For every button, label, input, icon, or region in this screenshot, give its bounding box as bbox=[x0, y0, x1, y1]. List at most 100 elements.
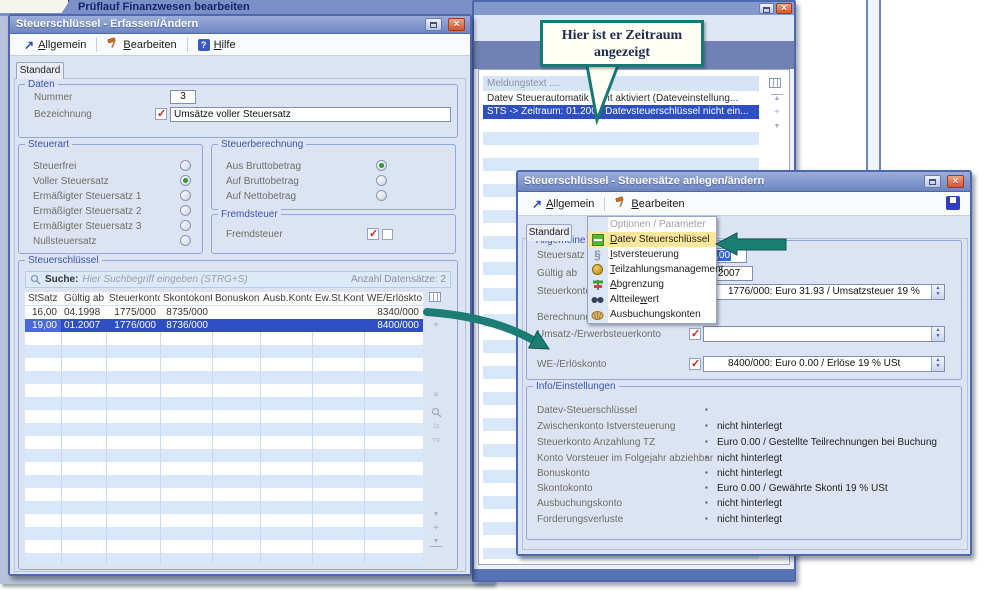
message-row[interactable]: Datev Steuerautomatik nicht aktiviert (D… bbox=[483, 92, 759, 105]
add-row-icon[interactable]: + bbox=[430, 524, 442, 533]
message-row-selected[interactable]: STS -> Zeitraum: 01.2007 Datevsteuerschl… bbox=[483, 105, 759, 119]
spinner-icon[interactable]: ▲▼ bbox=[931, 327, 944, 341]
info-label: Bonuskonto bbox=[537, 468, 590, 479]
column-header[interactable]: Gültig ab bbox=[61, 292, 106, 306]
bezeichnung-field[interactable]: Umsätze voller Steuersatz bbox=[170, 107, 451, 122]
bearbeiten-label: Bearbeiten bbox=[631, 198, 684, 210]
restore-icon bbox=[929, 179, 936, 185]
radio-ermaessigter-3[interactable] bbox=[180, 220, 191, 231]
erfassen-content: Standard Daten Nummer 3 Bezeichnung Umsä… bbox=[10, 56, 470, 574]
sort-icon[interactable]: 1≡ bbox=[430, 423, 442, 431]
table-row[interactable]: 16,00 04.1998 1775/000 8735/000 8340/000 bbox=[25, 306, 423, 319]
scroll-first-icon[interactable]: ▲ bbox=[771, 94, 783, 103]
spinner-icon[interactable]: ▲▼ bbox=[931, 285, 944, 299]
cell-stsatz: 19,00 bbox=[25, 319, 61, 332]
umsatz-erwerbsteuerkonto-combobox[interactable]: ▲▼ bbox=[703, 326, 945, 342]
cell-gueltig-ab: 01.2007 bbox=[61, 319, 106, 332]
column-header[interactable]: StSatz bbox=[25, 292, 61, 306]
minimize-button[interactable] bbox=[759, 3, 774, 14]
steuerkonto-combobox[interactable]: 1776/000: Euro 31.93 / Umsatzsteuer 19 %… bbox=[703, 284, 945, 300]
table-row-selected[interactable]: 19,00 01.2007 1776/000 8736/000 8400/000 bbox=[25, 319, 423, 332]
scroll-down-icon[interactable]: ▼ bbox=[771, 123, 783, 131]
column-header[interactable]: Skontokonto bbox=[160, 292, 212, 306]
column-header[interactable]: WE/Erlöskto bbox=[364, 292, 423, 306]
cell-steuerkonto: 1776/000 bbox=[106, 319, 160, 332]
close-icon[interactable]: × bbox=[448, 18, 465, 31]
column-header[interactable]: Ew.St.Konto bbox=[312, 292, 364, 306]
cell-stsatz: 16,00 bbox=[25, 306, 61, 319]
menu-item-label: Ausbuchungskonten bbox=[610, 309, 701, 320]
meldungen-titlebar[interactable]: × bbox=[474, 2, 794, 15]
menu-item-datev-steuerschluessel[interactable]: Datev Steuerschlüssel bbox=[588, 232, 716, 247]
nummer-field[interactable]: 3 bbox=[170, 90, 196, 104]
option-label: Auf Nettobetrag bbox=[226, 191, 296, 202]
scroll-up-icon[interactable]: + bbox=[771, 108, 783, 117]
hilfe-button[interactable]: ?Hilfe bbox=[192, 37, 242, 53]
scroll-up-icon[interactable]: + bbox=[430, 321, 442, 330]
save-icon[interactable] bbox=[946, 196, 960, 210]
fremdsteuer-checkbox[interactable] bbox=[382, 229, 393, 240]
list-view-icon[interactable]: ≡ bbox=[430, 391, 442, 399]
confirm-check-icon[interactable] bbox=[689, 358, 701, 370]
meldungen-window-footer bbox=[474, 569, 794, 580]
radio-steuerfrei[interactable] bbox=[180, 160, 191, 171]
radio-auf-bruttobetrag[interactable] bbox=[376, 175, 387, 186]
tab-standard[interactable]: Standard bbox=[526, 224, 572, 241]
radio-ermaessigter-1[interactable] bbox=[180, 190, 191, 201]
radio-voller-steuersatz[interactable] bbox=[180, 175, 191, 186]
column-gridline bbox=[212, 332, 213, 564]
confirm-check-icon[interactable] bbox=[367, 228, 379, 240]
bearbeiten-button[interactable]: Bearbeiten bbox=[101, 35, 182, 54]
steuersaetze-titlebar[interactable]: Steuerschlüssel - Steuersätze anlegen/än… bbox=[518, 172, 970, 192]
column-header[interactable]: Bonuskonto bbox=[212, 292, 260, 306]
allgemein-label: Allgemein bbox=[546, 198, 594, 210]
window-title: Steuerschlüssel - Steuersätze anlegen/än… bbox=[524, 175, 764, 187]
nummer-label: Nummer bbox=[34, 92, 72, 103]
option-label: Aus Bruttobetrag bbox=[226, 161, 301, 172]
window-steuersaetze-anlegen: Steuerschlüssel - Steuersätze anlegen/än… bbox=[516, 170, 972, 556]
confirm-check-icon[interactable] bbox=[689, 328, 701, 340]
erfassen-titlebar[interactable]: Steuerschlüssel - Erfassen/Ändern × bbox=[10, 16, 470, 34]
search-bar[interactable]: Suche: Hier Suchbegriff eingeben (STRG+S… bbox=[25, 271, 451, 288]
callout-line1: Hier ist er Zeitraum bbox=[562, 27, 682, 44]
menu-item-teilzahlungsmanagement[interactable]: Teilzahlungsmanagement bbox=[588, 262, 716, 277]
menu-item-abgrenzung[interactable]: Abgrenzung bbox=[588, 277, 716, 292]
option-label: Nullsteuersatz bbox=[33, 236, 96, 247]
columns-icon[interactable] bbox=[769, 78, 781, 88]
menu-item-ausbuchungskonten[interactable]: Ausbuchungskonten bbox=[588, 307, 716, 322]
radio-auf-nettobetrag[interactable] bbox=[376, 190, 387, 201]
tab-standard[interactable]: Standard bbox=[16, 62, 64, 79]
column-gridline bbox=[312, 332, 313, 564]
bearbeiten-button[interactable]: Bearbeiten bbox=[609, 194, 690, 213]
allgemein-button[interactable]: ↗Allgemein bbox=[18, 37, 92, 53]
erfassen-toolbar: ↗Allgemein Bearbeiten ?Hilfe bbox=[10, 34, 470, 56]
filter-icon[interactable]: ▽≡ bbox=[430, 437, 442, 445]
info-value: nicht hinterlegt bbox=[717, 453, 782, 464]
meldungstext-column-header[interactable]: Meldungstext .... bbox=[483, 76, 759, 91]
radio-ermaessigter-2[interactable] bbox=[180, 205, 191, 216]
confirm-check-icon[interactable] bbox=[155, 108, 167, 120]
minimize-button[interactable] bbox=[924, 175, 941, 188]
close-icon[interactable]: × bbox=[947, 175, 964, 188]
search-icon[interactable] bbox=[431, 407, 442, 418]
column-header[interactable]: Ausb.Konto bbox=[260, 292, 312, 306]
callout-zeitraum: Hier ist er Zeitraum angezeigt bbox=[540, 20, 704, 67]
fremdsteuer-label: Fremdsteuer bbox=[226, 229, 283, 240]
scroll-down-icon[interactable]: ▼ bbox=[430, 511, 442, 519]
spinner-icon[interactable]: ▲▼ bbox=[931, 357, 944, 371]
search-input[interactable]: Hier Suchbegriff eingeben (STRG+S) bbox=[82, 274, 347, 285]
steuerkonto-value: 1776/000: Euro 31.93 / Umsatzsteuer 19 % bbox=[728, 286, 920, 297]
menu-item-istversteuerung[interactable]: §Istversteuerung bbox=[588, 247, 716, 262]
we-erloeskonto-combobox[interactable]: 8400/000: Euro 0.00 / Erlöse 19 % USt▲▼ bbox=[703, 356, 945, 372]
radio-nullsteuersatz[interactable] bbox=[180, 235, 191, 246]
scroll-first-icon[interactable]: ▲ bbox=[430, 309, 442, 318]
allgemein-button[interactable]: ↗Allgemein bbox=[526, 196, 600, 212]
column-header[interactable]: Steuerkonto bbox=[106, 292, 160, 306]
columns-icon[interactable] bbox=[429, 292, 441, 302]
close-icon[interactable]: × bbox=[776, 3, 792, 14]
scroll-last-icon[interactable]: ▼ bbox=[430, 538, 442, 547]
radio-aus-bruttobetrag[interactable] bbox=[376, 160, 387, 171]
minimize-button[interactable] bbox=[425, 18, 442, 31]
menu-item-altteilewert[interactable]: Altteilewert bbox=[588, 292, 716, 307]
search-label: Suche: bbox=[45, 274, 78, 285]
